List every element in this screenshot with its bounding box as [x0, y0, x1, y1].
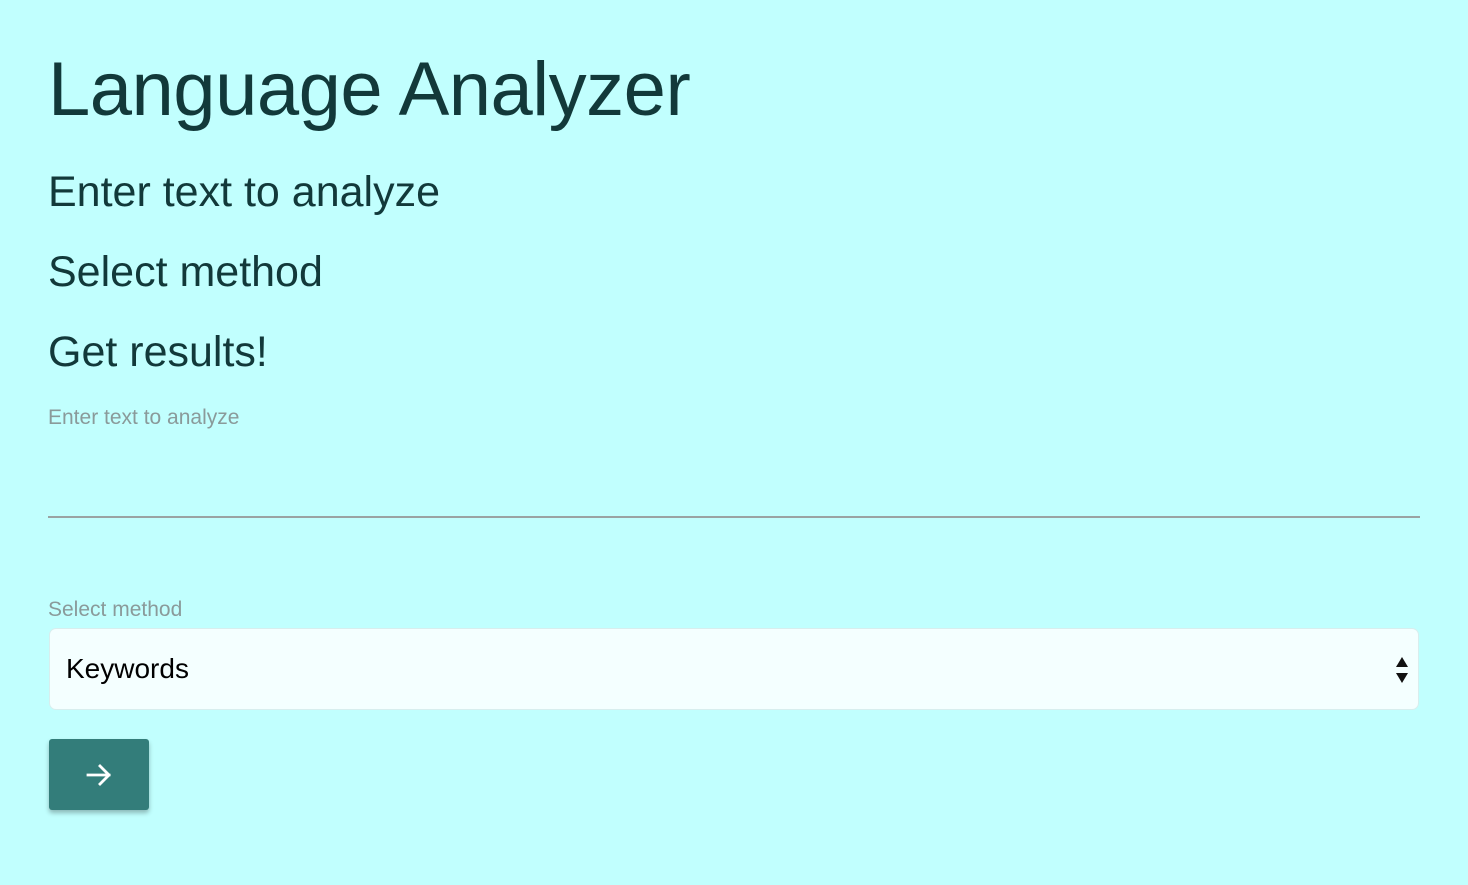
step-get-results: Get results! [48, 328, 268, 376]
step-select-method: Select method [48, 248, 323, 296]
arrow-right-icon [86, 763, 111, 786]
select-arrows-icon [1396, 657, 1408, 683]
method-select[interactable]: Keywords [49, 628, 1419, 710]
page-title: Language Analyzer [48, 47, 691, 132]
submit-button[interactable] [49, 739, 149, 810]
step-enter-text: Enter text to analyze [48, 168, 440, 216]
text-input[interactable] [48, 440, 1420, 518]
text-input-label: Enter text to analyze [48, 406, 240, 429]
method-select-label: Select method [48, 598, 183, 621]
method-select-value: Keywords [66, 653, 189, 684]
